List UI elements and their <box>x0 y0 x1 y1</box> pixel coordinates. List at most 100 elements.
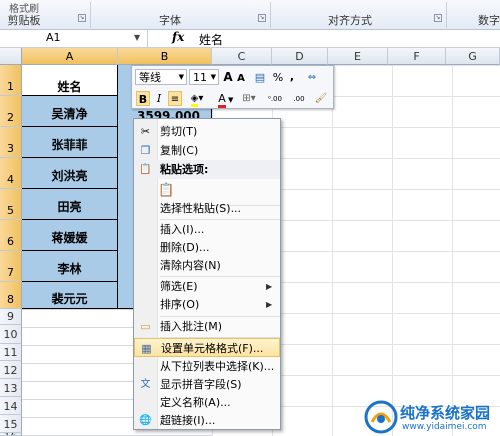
font-name-value: 等线 <box>139 71 161 84</box>
cell-a2[interactable]: 吴清净 <box>22 96 118 127</box>
menu-item-pick-from-list[interactable]: 从下拉列表中选择(K)... <box>134 357 280 376</box>
cell-a1[interactable]: 姓名 <box>22 65 118 96</box>
column-header-b[interactable]: B <box>118 48 212 65</box>
menu-item-filter[interactable]: 筛选(E) ▶ <box>134 277 280 296</box>
menu-item-format-cells[interactable]: ▦ 设置单元格格式(F)... <box>134 338 280 357</box>
font-name-select[interactable]: 等线 ▼ <box>135 69 187 85</box>
mini-toolbar: 等线 ▼ 11 ▼ A A ▤ % , ⇔ B I ≡ ◈▾ A ▼ ⊞▾ ⁰.… <box>131 65 334 109</box>
row-header-11[interactable]: 11 <box>0 344 22 361</box>
row-header-9[interactable]: 9 <box>0 309 22 325</box>
ribbon-divider <box>270 2 271 28</box>
cell-a6[interactable]: 蒋媛媛 <box>22 220 118 251</box>
bold-button[interactable]: B <box>136 91 150 106</box>
insert-function-icon[interactable]: fx <box>172 30 184 44</box>
row-header-15[interactable]: 15 <box>0 415 22 433</box>
column-header-e[interactable]: E <box>328 48 388 65</box>
cell-a5[interactable]: 田亮 <box>22 189 118 220</box>
column-header-c[interactable]: C <box>212 48 272 65</box>
menu-item-show-phonetic[interactable]: 文 显示拼音字段(S) <box>134 375 280 394</box>
watermark-emblem-icon <box>364 400 398 434</box>
merge-center-icon[interactable]: ⇔ <box>302 70 322 85</box>
alignment-launcher-icon[interactable]: ↘ <box>434 14 442 22</box>
clipboard-launcher-icon[interactable]: ↘ <box>78 14 86 22</box>
clipboard-group-label: 剪贴板 <box>7 14 41 27</box>
row-header-12[interactable]: 12 <box>0 361 22 379</box>
increase-decimal-button[interactable]: ⁰.00 <box>264 92 286 107</box>
chevron-down-icon[interactable]: ▼ <box>228 96 233 104</box>
row-header-10[interactable]: 10 <box>0 325 22 344</box>
select-all-corner[interactable] <box>0 48 22 65</box>
row-header-4[interactable]: 4 <box>0 158 22 189</box>
menu-item-insert[interactable]: 插入(I)... <box>134 220 280 239</box>
cell-a8[interactable]: 裴元元 <box>22 282 118 309</box>
row-header-3[interactable]: 3 <box>0 127 22 158</box>
decrease-decimal-button[interactable]: .00 <box>288 92 310 107</box>
column-header-a[interactable]: A <box>22 48 118 65</box>
name-box-value[interactable]: A1 <box>46 31 61 44</box>
chevron-down-icon[interactable]: ▼ <box>179 70 184 85</box>
menu-item-sort[interactable]: 排序(O) ▶ <box>134 295 280 314</box>
row-header-6[interactable]: 6 <box>0 220 22 251</box>
cell-a4[interactable]: 刘洪亮 <box>22 158 118 189</box>
ribbon-divider <box>446 2 447 28</box>
row-header-13[interactable]: 13 <box>0 379 22 397</box>
column-header-g[interactable]: G <box>446 48 500 65</box>
menu-item-label: 插入(I)... <box>160 223 205 236</box>
font-launcher-icon[interactable]: ↘ <box>258 14 266 22</box>
italic-button[interactable]: I <box>153 91 165 106</box>
menu-item-hyperlink[interactable]: 🌐 超链接(I)... <box>134 411 280 430</box>
center-align-icon[interactable]: ≡ <box>168 91 182 106</box>
accounting-format-icon[interactable]: ▤ <box>250 70 270 85</box>
watermark-url: www.yidaimei.com <box>402 422 487 432</box>
menu-item-paste-special[interactable]: 选择性粘贴(S)... <box>134 199 280 218</box>
menu-item-label: 定义名称(A)... <box>160 396 231 409</box>
menu-item-label: 粘贴选项: <box>160 163 209 176</box>
row-header-14[interactable]: 14 <box>0 397 22 415</box>
font-size-value: 11 <box>193 71 207 84</box>
format-cells-icon: ▦ <box>141 342 152 355</box>
shrink-font-button[interactable]: A <box>235 71 247 86</box>
menu-item-clear-contents[interactable]: 清除内容(N) <box>134 256 280 275</box>
formula-bar: A1 ▼ fx 姓名 <box>0 30 500 48</box>
chevron-down-icon[interactable]: ▼ <box>211 70 216 85</box>
menu-item-delete[interactable]: 删除(D)... <box>134 238 280 257</box>
paste-options-icon: 📋 <box>139 164 152 175</box>
column-header-f[interactable]: F <box>388 48 446 65</box>
comment-icon: ▭ <box>140 320 151 333</box>
percent-button[interactable]: % <box>272 70 284 85</box>
comma-style-button[interactable]: , <box>287 69 297 84</box>
copy-icon: ❐ <box>140 144 151 157</box>
ribbon: 格式刷 剪贴板 ↘ 字体 ↘ 对齐方式 ↘ 数字 <box>0 0 500 30</box>
name-box[interactable]: A1 ▼ <box>0 30 148 47</box>
menu-item-label: 筛选(E) <box>160 280 198 293</box>
row-header-7[interactable]: 7 <box>0 251 22 282</box>
submenu-arrow-icon: ▶ <box>266 300 273 309</box>
row-header-2[interactable]: 2 <box>0 96 22 127</box>
cell-a3[interactable]: 张菲菲 <box>22 127 118 158</box>
row-header-5[interactable]: 5 <box>0 189 22 220</box>
borders-icon[interactable]: ⊞▾ <box>238 91 260 106</box>
font-group-label: 字体 <box>159 14 181 27</box>
row-header-8[interactable]: 8 <box>0 282 22 309</box>
paste-icon: 📋 <box>158 183 175 198</box>
column-header-d[interactable]: D <box>272 48 328 65</box>
grow-font-button[interactable]: A <box>222 70 234 85</box>
menu-header-paste-options: 📋 粘贴选项: <box>134 160 280 179</box>
menu-item-label: 删除(D)... <box>160 241 210 254</box>
menu-item-cut[interactable]: ✂ 剪切(T) <box>134 122 280 141</box>
row-header-1[interactable]: 1 <box>0 65 22 96</box>
menu-item-copy[interactable]: ❐ 复制(C) <box>134 141 280 160</box>
font-size-select[interactable]: 11 ▼ <box>189 69 219 85</box>
phonetic-icon: 文 <box>140 379 151 390</box>
menu-item-define-name[interactable]: 定义名称(A)... <box>134 393 280 412</box>
formula-input[interactable]: 姓名 <box>199 31 223 48</box>
format-painter-icon[interactable]: 🖌 <box>314 91 328 106</box>
menu-item-insert-comment[interactable]: ▭ 插入批注(M) <box>134 317 280 336</box>
context-menu: ✂ 剪切(T) ❐ 复制(C) 📋 粘贴选项: 📋 选择性粘贴(S)... 插入… <box>133 118 281 430</box>
cell-a7[interactable]: 李林 <box>22 251 118 282</box>
chevron-down-icon[interactable]: ▼ <box>134 33 140 42</box>
menu-item-label: 插入批注(M) <box>160 320 223 333</box>
fill-color-icon[interactable]: ◈▾ <box>187 91 207 107</box>
watermark-logo: 纯净系统家园 www.yidaimei.com <box>360 398 500 436</box>
menu-item-label: 超链接(I)... <box>160 414 216 427</box>
